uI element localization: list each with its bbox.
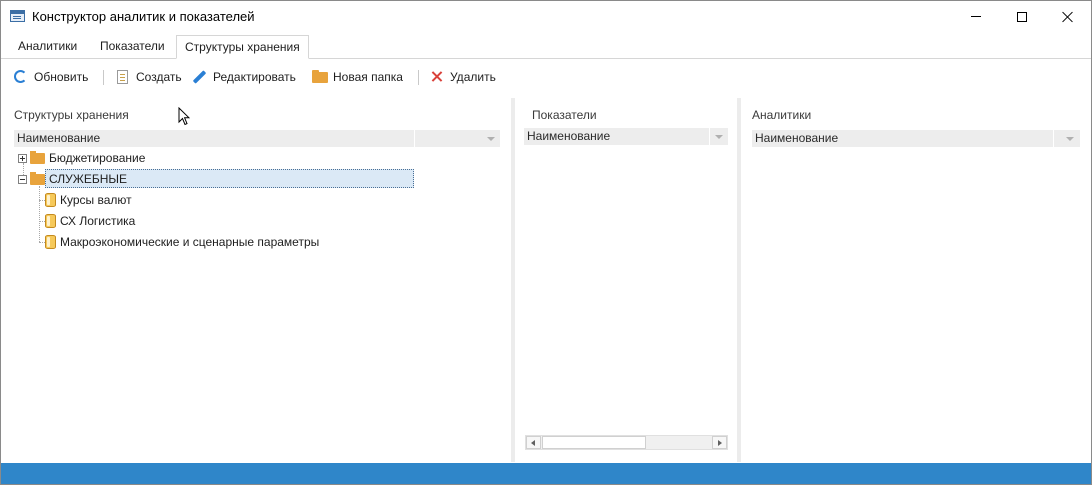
tree-item-service[interactable]: СЛУЖЕБНЫЕ (18, 169, 127, 189)
tree-item-logistics[interactable]: СХ Логистика (45, 211, 135, 231)
expand-plus-icon[interactable] (18, 153, 27, 163)
app-window-icon (10, 10, 25, 22)
tree-item-label: Курсы валют (60, 193, 132, 207)
title-bar: Конструктор аналитик и показателей (1, 1, 1091, 32)
tree-item-currency-rates[interactable]: Курсы валют (45, 190, 132, 210)
new-folder-label: Новая папка (333, 70, 403, 84)
toolbar-divider (103, 70, 104, 85)
scroll-left-icon[interactable] (526, 436, 541, 449)
sort-arrow-icon[interactable] (1066, 137, 1074, 141)
maximize-button[interactable] (999, 1, 1045, 32)
minimize-icon (971, 16, 981, 17)
new-document-icon (115, 69, 131, 85)
column-divider (414, 130, 415, 147)
tree-item-budgeting[interactable]: Бюджетирование (18, 148, 145, 168)
create-button[interactable]: Создать (115, 65, 182, 89)
edit-label: Редактировать (213, 70, 296, 84)
tree-item-label: Макроэкономические и сценарные параметры (60, 235, 320, 249)
tree-item-label: СЛУЖЕБНЫЕ (49, 172, 128, 186)
maximize-icon (1017, 11, 1027, 22)
sort-arrow-icon[interactable] (715, 135, 723, 139)
tab-bar: Аналитики Показатели Структуры хранения (1, 35, 1091, 59)
analytics-panel-title: Аналитики (752, 108, 812, 122)
tab-analytics[interactable]: Аналитики (10, 35, 85, 59)
data-cube-icon (45, 193, 56, 207)
delete-icon (429, 69, 445, 85)
edit-button[interactable]: Редактировать (192, 65, 296, 89)
column-divider (1053, 130, 1054, 147)
indicators-name-column-header[interactable]: Наименование (524, 128, 728, 145)
tree-line (39, 186, 40, 242)
column-divider (709, 128, 710, 145)
storage-name-column-header[interactable]: Наименование (14, 130, 500, 147)
analytics-column-label: Наименование (755, 131, 839, 145)
toolbar: Обновить Создать Редактировать Новая пап… (1, 65, 1091, 89)
refresh-button[interactable]: Обновить (13, 65, 88, 89)
tree-item-macro-params[interactable]: Макроэкономические и сценарные параметры (45, 232, 319, 252)
storage-panel-title: Структуры хранения (14, 108, 129, 122)
delete-label: Удалить (450, 70, 496, 84)
refresh-label: Обновить (34, 70, 89, 84)
pencil-icon (192, 69, 208, 85)
folder-icon (312, 69, 328, 85)
indicators-column-label: Наименование (527, 129, 611, 143)
new-folder-button[interactable]: Новая папка (312, 65, 403, 89)
app-window: Конструктор аналитик и показателей Анали… (0, 0, 1092, 485)
tree-item-label: Бюджетирование (49, 151, 146, 165)
indicators-panel-title: Показатели (532, 108, 597, 122)
refresh-icon (13, 69, 29, 85)
data-cube-icon (45, 235, 56, 249)
tab-indicators[interactable]: Показатели (92, 35, 173, 59)
window-title: Конструктор аналитик и показателей (32, 9, 255, 24)
analytics-name-column-header[interactable]: Наименование (752, 130, 1080, 147)
tab-storage-structures[interactable]: Структуры хранения (176, 35, 309, 59)
data-cube-icon (45, 214, 56, 228)
close-icon (1062, 11, 1074, 23)
analytics-panel (741, 98, 1091, 462)
status-bar (1, 463, 1091, 484)
collapse-minus-icon[interactable] (18, 174, 27, 184)
tree-item-label: СХ Логистика (60, 214, 136, 228)
folder-icon (30, 171, 45, 185)
storage-column-label: Наименование (17, 131, 101, 145)
sort-arrow-icon[interactable] (487, 137, 495, 141)
scrollbar-thumb[interactable] (542, 436, 646, 449)
mouse-cursor-icon (178, 106, 191, 126)
scroll-right-icon[interactable] (712, 436, 727, 449)
delete-button[interactable]: Удалить (429, 65, 496, 89)
close-button[interactable] (1045, 1, 1091, 32)
indicators-panel (515, 98, 737, 462)
folder-icon (30, 150, 45, 164)
indicators-horizontal-scrollbar[interactable] (525, 435, 728, 450)
toolbar-divider (418, 70, 419, 85)
minimize-button[interactable] (953, 1, 999, 32)
create-label: Создать (136, 70, 182, 84)
